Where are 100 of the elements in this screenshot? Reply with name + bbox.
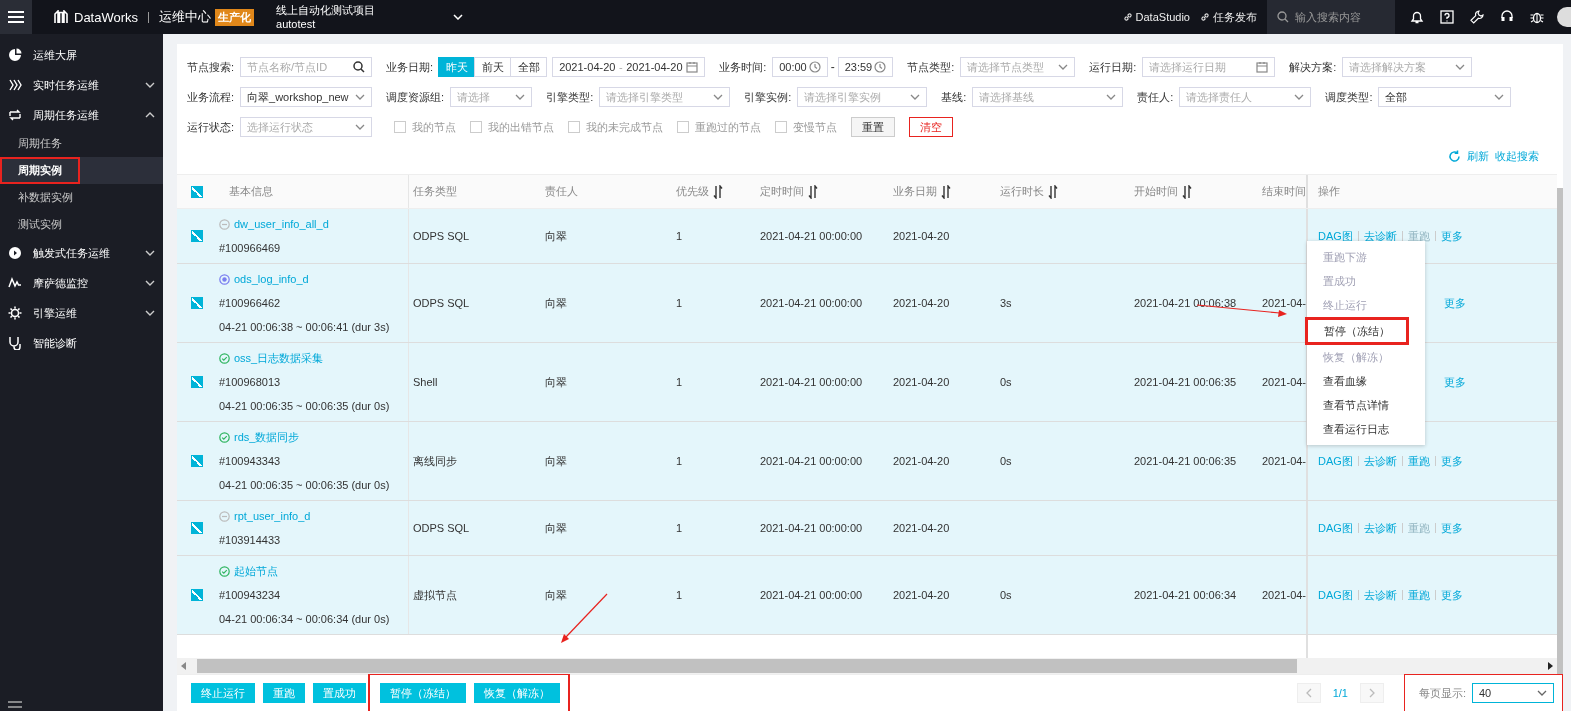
collapse-search-link[interactable]: 收起搜索 bbox=[1495, 148, 1539, 164]
row-checkbox[interactable] bbox=[191, 230, 203, 242]
date-field[interactable]: 请选择运行日期 bbox=[1142, 57, 1276, 77]
menu-item[interactable]: 查看节点详情 bbox=[1305, 393, 1409, 417]
refresh-icon[interactable] bbox=[1448, 149, 1461, 163]
action-link[interactable]: DAG图 bbox=[1318, 456, 1358, 466]
select-field[interactable]: 选择运行状态 bbox=[240, 117, 373, 137]
help-icon[interactable] bbox=[1439, 9, 1455, 25]
sidebar-item[interactable]: 周期任务运维 bbox=[0, 100, 163, 130]
chevron-down-icon bbox=[1455, 64, 1466, 70]
segment-tab[interactable]: 前天 bbox=[474, 57, 512, 77]
refresh-link[interactable]: 刷新 bbox=[1467, 148, 1489, 164]
node-name-link[interactable]: rpt_user_info_d bbox=[234, 510, 311, 522]
row-checkbox[interactable] bbox=[191, 589, 203, 601]
nav-link[interactable]: 任务发布 bbox=[1200, 9, 1257, 25]
segment-tab[interactable]: 昨天 bbox=[438, 57, 476, 77]
sidebar-subitem[interactable]: 周期任务 bbox=[0, 130, 80, 157]
search-field[interactable]: 节点名称/节点ID bbox=[240, 57, 373, 77]
scroll-right-icon[interactable] bbox=[1547, 662, 1553, 670]
select-field[interactable]: 请选择节点类型 bbox=[960, 57, 1076, 77]
action-link[interactable]: 更多 bbox=[1434, 231, 1468, 241]
sidebar-item[interactable]: 触发式任务运维 bbox=[0, 238, 163, 268]
sidebar-item[interactable]: 运维大屏 bbox=[0, 40, 163, 70]
sort-icon[interactable] bbox=[1048, 184, 1058, 199]
table-cell-text: 2021-04-21 00:00:00 bbox=[760, 454, 863, 469]
select-field[interactable]: 请选择责任人 bbox=[1179, 87, 1312, 107]
page-size-select[interactable]: 40 bbox=[1472, 683, 1554, 703]
checkbox[interactable] bbox=[775, 121, 788, 133]
action-link[interactable]: 更多 bbox=[1434, 590, 1468, 600]
row-checkbox[interactable] bbox=[191, 376, 203, 388]
menu-button[interactable] bbox=[0, 0, 32, 34]
node-name-link[interactable]: oss_日志数据采集 bbox=[234, 350, 324, 366]
row-checkbox[interactable] bbox=[191, 297, 203, 309]
table-cell-text: 向翠 bbox=[545, 375, 567, 390]
sort-icon[interactable] bbox=[1182, 184, 1192, 199]
node-name-link[interactable]: rds_数据同步 bbox=[234, 429, 300, 445]
bulk-action-button[interactable]: 置成功 bbox=[313, 683, 366, 703]
sidebar-subitem[interactable]: 补数据实例 bbox=[0, 184, 91, 211]
clear-button[interactable]: 清空 bbox=[909, 117, 954, 137]
select-field[interactable]: 全部 bbox=[1378, 87, 1512, 107]
menu-item[interactable]: 查看血缘 bbox=[1305, 369, 1409, 393]
menu-item[interactable]: 查看运行日志 bbox=[1305, 417, 1409, 441]
nav-icon bbox=[8, 48, 22, 62]
time-field[interactable]: 00:00 bbox=[772, 57, 828, 77]
sidebar-subitem[interactable]: 测试实例 bbox=[0, 211, 80, 238]
select-field[interactable]: 请选择引擎实例 bbox=[797, 87, 928, 107]
sort-icon[interactable] bbox=[808, 184, 818, 199]
node-name-link[interactable]: ods_log_info_d bbox=[234, 273, 309, 285]
select-all-checkbox[interactable] bbox=[191, 185, 203, 198]
scroll-left-icon[interactable] bbox=[181, 662, 187, 670]
action-link[interactable]: 去诊断 bbox=[1357, 456, 1402, 466]
checkbox[interactable] bbox=[568, 121, 581, 133]
chevron-down-icon[interactable] bbox=[453, 14, 464, 20]
checkbox[interactable] bbox=[470, 121, 483, 133]
sort-icon[interactable] bbox=[713, 184, 723, 199]
action-link[interactable]: 重跑 bbox=[1401, 590, 1435, 600]
action-link[interactable]: DAG图 bbox=[1318, 523, 1358, 533]
checkbox[interactable] bbox=[394, 121, 407, 133]
date-range-field[interactable]: 2021-04-20 - 2021-04-20 bbox=[552, 57, 706, 77]
select-field[interactable]: 请选择 bbox=[450, 87, 533, 107]
nav-link[interactable]: DataStudio bbox=[1122, 11, 1190, 23]
row-checkbox[interactable] bbox=[191, 455, 203, 467]
segment-tab[interactable]: 全部 bbox=[510, 57, 548, 77]
bulk-action-button[interactable]: 暂停（冻结） bbox=[380, 683, 466, 703]
table-cell-text: Shell bbox=[413, 375, 438, 390]
action-link[interactable]: 更多 bbox=[1444, 377, 1471, 387]
action-link[interactable]: 更多 bbox=[1434, 523, 1468, 533]
action-link[interactable]: 去诊断 bbox=[1357, 523, 1402, 533]
menu-item[interactable]: 暂停（冻结） bbox=[1305, 317, 1409, 345]
action-link[interactable]: 更多 bbox=[1444, 298, 1471, 308]
checkbox[interactable] bbox=[677, 121, 690, 133]
search-field[interactable]: 输入搜索内容 bbox=[1267, 0, 1395, 34]
select-field[interactable]: 请选择引擎类型 bbox=[599, 87, 731, 107]
sort-icon[interactable] bbox=[941, 184, 951, 199]
action-link[interactable]: 重跑 bbox=[1401, 456, 1435, 466]
bulk-action-button[interactable]: 终止运行 bbox=[191, 683, 255, 703]
action-link[interactable]: DAG图 bbox=[1318, 231, 1358, 241]
node-name-link[interactable]: dw_user_info_all_d bbox=[234, 218, 329, 230]
bulk-action-button[interactable]: 重跑 bbox=[263, 683, 305, 703]
scrollbar-thumb[interactable] bbox=[197, 659, 1297, 673]
action-link[interactable]: 更多 bbox=[1434, 456, 1468, 466]
sidebar-item[interactable]: 引擎运维 bbox=[0, 298, 163, 328]
bulk-action-button[interactable]: 恢复（解冻） bbox=[474, 683, 560, 703]
action-link[interactable]: 去诊断 bbox=[1357, 590, 1402, 600]
action-link[interactable]: DAG图 bbox=[1318, 590, 1358, 600]
avatar[interactable] bbox=[1557, 7, 1571, 27]
sidebar-item[interactable]: 摩萨德监控 bbox=[0, 268, 163, 298]
sidebar-item[interactable]: 实时任务运维 bbox=[0, 70, 163, 100]
node-name-link[interactable]: 起始节点 bbox=[234, 563, 278, 579]
sidebar-item[interactable]: 智能诊断 bbox=[0, 328, 163, 358]
select-field[interactable]: 向翠_workshop_new bbox=[240, 87, 373, 107]
sidebar-subitem[interactable]: 周期实例 bbox=[0, 157, 80, 184]
time-field[interactable]: 23:59 bbox=[837, 57, 894, 77]
row-checkbox[interactable] bbox=[191, 522, 203, 534]
reset-button[interactable]: 重置 bbox=[851, 117, 896, 137]
collapse-icon[interactable] bbox=[8, 701, 22, 709]
select-field[interactable]: 请选择解决方案 bbox=[1342, 57, 1473, 77]
select-field[interactable]: 请选择基线 bbox=[972, 87, 1124, 107]
wrench-icon[interactable] bbox=[1469, 9, 1485, 25]
bell-icon[interactable] bbox=[1409, 9, 1425, 25]
